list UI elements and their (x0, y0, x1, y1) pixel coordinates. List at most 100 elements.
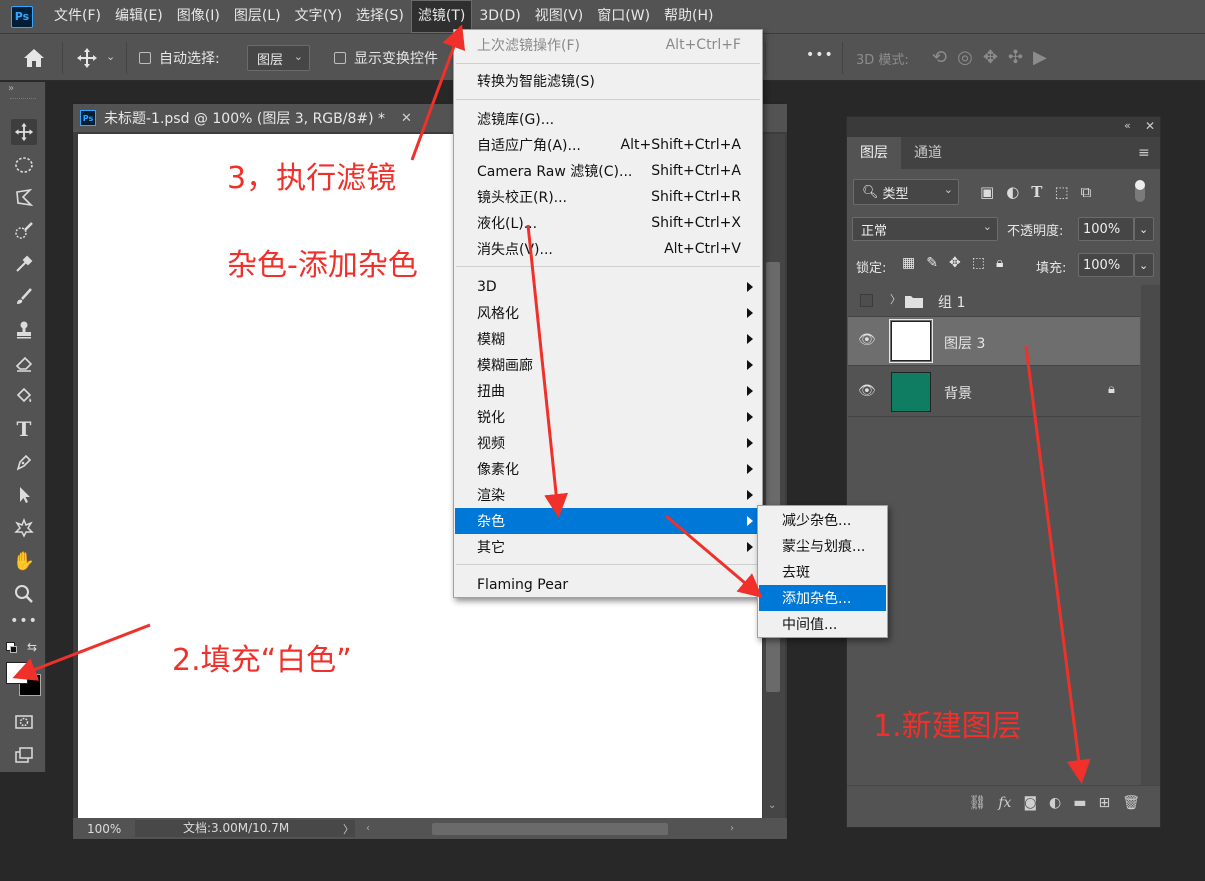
fill-dropdown[interactable]: ⌄ (1134, 253, 1154, 277)
brush-tool-icon[interactable] (11, 284, 37, 310)
zoom-level[interactable]: 100% (87, 822, 135, 836)
auto-select-dropdown[interactable]: 图层 ⌄ (247, 45, 310, 71)
status-expand-icon[interactable]: 〉 (343, 821, 354, 837)
scroll-left-icon[interactable]: ‹ (366, 823, 370, 834)
menu-item-vanishing-point[interactable]: 消失点(V)... Alt+Ctrl+V (455, 236, 761, 262)
drag-3d-icon[interactable]: ✥ (983, 47, 998, 68)
group-expand-icon[interactable]: 〉 (890, 291, 901, 307)
collapse-panel-icon[interactable]: « (1124, 119, 1131, 132)
menu-item-camera-raw[interactable]: Camera Raw 滤镜(C)... Shift+Ctrl+A (455, 158, 761, 184)
menu-item-sharpen[interactable]: 锐化 (455, 404, 761, 430)
new-layer-icon[interactable]: ⊞ (1098, 795, 1110, 811)
lock-transparent-icon[interactable]: ▦ (902, 255, 915, 271)
swap-colors-icon[interactable]: ⇆ (27, 640, 37, 654)
menu-item-liquify[interactable]: 液化(L)... Shift+Ctrl+X (455, 210, 761, 236)
menu-layer[interactable]: 图层(L) (227, 0, 288, 33)
panel-grip[interactable] (10, 98, 36, 100)
camera-3d-icon[interactable]: ▶ (1033, 47, 1047, 68)
orbit-3d-icon[interactable]: ⟲ (932, 47, 947, 68)
fx-icon[interactable]: fx (998, 795, 1011, 811)
close-panel-icon[interactable]: ✕ (1145, 119, 1155, 133)
slide-3d-icon[interactable]: ✣ (1008, 47, 1023, 68)
zoom-tool-icon[interactable] (11, 581, 37, 607)
menu-item-flaming-pear[interactable]: Flaming Pear (455, 572, 761, 598)
lock-position-icon[interactable]: ✥ (949, 255, 961, 271)
submenu-item-reduce-noise[interactable]: 减少杂色... (759, 507, 886, 533)
tab-layers[interactable]: 图层 (847, 137, 901, 169)
layer-row-selected[interactable]: 👁︎ 图层 3 (848, 317, 1140, 366)
lock-all-icon[interactable]: 🔒︎ (996, 255, 1003, 271)
menu-item-blur-gallery[interactable]: 模糊画廊 (455, 352, 761, 378)
opacity-input[interactable]: 100% (1078, 217, 1134, 241)
add-mask-icon[interactable]: ◙ (1023, 795, 1037, 811)
filter-shape-icon[interactable]: ⬚ (1054, 183, 1068, 201)
blend-mode-dropdown[interactable]: 正常 ⌄ (852, 217, 998, 241)
new-group-icon[interactable]: ▬ (1073, 795, 1086, 811)
submenu-item-add-noise[interactable]: 添加杂色... (759, 585, 886, 611)
filter-type-icon[interactable]: T (1031, 183, 1042, 201)
layer-filter-dropdown[interactable]: 🔍︎ 类型 ⌄ (853, 179, 959, 205)
menu-item-distort[interactable]: 扭曲 (455, 378, 761, 404)
tab-channels[interactable]: 通道 (901, 137, 955, 169)
menu-item-filter-gallery[interactable]: 滤镜库(G)... (455, 106, 761, 132)
scroll-down-icon[interactable]: ⌄ (768, 800, 776, 811)
stamp-tool-icon[interactable] (11, 317, 37, 343)
adjustment-layer-icon[interactable]: ◐ (1049, 795, 1061, 811)
submenu-item-dust-scratches[interactable]: 蒙尘与划痕... (759, 533, 886, 559)
collapse-panel-icon[interactable]: » (8, 83, 14, 94)
menu-item-last-filter[interactable]: 上次滤镜操作(F) Alt+Ctrl+F (455, 32, 761, 58)
foreground-color-swatch[interactable] (6, 662, 28, 684)
menu-item-3d[interactable]: 3D (455, 274, 761, 300)
tool-preset-chevron-icon[interactable]: ⌄ (106, 50, 115, 63)
filter-adjustment-icon[interactable]: ◐ (1006, 183, 1019, 201)
menu-item-adaptive-wide-angle[interactable]: 自适应广角(A)... Alt+Shift+Ctrl+A (455, 132, 761, 158)
quick-mask-icon[interactable] (11, 709, 37, 735)
menu-item-render[interactable]: 渲染 (455, 482, 761, 508)
screen-mode-icon[interactable] (11, 742, 37, 768)
filter-pixel-icon[interactable]: ▣ (980, 183, 994, 201)
more-options-button[interactable]: ••• (806, 47, 834, 63)
menu-item-noise[interactable]: 杂色 (455, 508, 761, 534)
quick-selection-icon[interactable] (11, 218, 37, 244)
lock-artboard-icon[interactable]: ⬚ (972, 255, 985, 271)
eye-icon[interactable]: 👁︎ (858, 383, 876, 399)
opacity-dropdown[interactable]: ⌄ (1134, 217, 1154, 241)
filter-toggle[interactable] (1135, 180, 1145, 202)
panel-menu-icon[interactable]: ≡ (1138, 145, 1150, 161)
menu-item-stylize[interactable]: 风格化 (455, 300, 761, 326)
vertical-scrollbar[interactable]: ⌄ (763, 134, 785, 818)
menu-item-other[interactable]: 其它 (455, 534, 761, 560)
show-transform-checkbox[interactable] (334, 52, 346, 64)
menu-edit[interactable]: 编辑(E) (108, 0, 170, 33)
type-tool-icon[interactable]: T (11, 416, 37, 442)
visibility-checkbox[interactable] (860, 294, 873, 307)
eraser-tool-icon[interactable] (11, 350, 37, 376)
move-tool-icon[interactable] (11, 119, 37, 145)
custom-shape-icon[interactable] (11, 515, 37, 541)
layer-row-group[interactable]: 〉 组 1 (848, 285, 1140, 317)
horizontal-scrollbar-thumb[interactable] (432, 822, 668, 835)
edit-toolbar-icon[interactable]: ••• (10, 608, 37, 634)
auto-select-checkbox[interactable] (139, 52, 151, 64)
link-layers-icon[interactable]: ⛓︎ (969, 795, 987, 811)
ellipse-marquee-icon[interactable] (11, 152, 37, 178)
close-document-icon[interactable]: ✕ (401, 111, 412, 126)
fill-input[interactable]: 100% (1078, 253, 1134, 277)
menu-type[interactable]: 文字(Y) (288, 0, 349, 33)
home-icon[interactable] (22, 47, 46, 73)
hand-tool-icon[interactable]: ✋ (11, 548, 37, 574)
lasso-tool-icon[interactable] (11, 185, 37, 211)
eyedropper-icon[interactable] (11, 251, 37, 277)
eye-icon[interactable]: 👁︎ (858, 332, 876, 348)
menu-item-blur[interactable]: 模糊 (455, 326, 761, 352)
menu-image[interactable]: 图像(I) (170, 0, 227, 33)
menu-file[interactable]: 文件(F) (47, 0, 108, 33)
roll-3d-icon[interactable]: ◎ (957, 47, 973, 68)
menu-item-pixelate[interactable]: 像素化 (455, 456, 761, 482)
paint-bucket-icon[interactable] (11, 383, 37, 409)
scroll-right-icon[interactable]: › (730, 823, 734, 834)
trash-icon[interactable]: 🗑︎ (1122, 795, 1140, 811)
submenu-item-despeckle[interactable]: 去斑 (759, 559, 886, 585)
pen-tool-icon[interactable] (11, 449, 37, 475)
menu-item-video[interactable]: 视频 (455, 430, 761, 456)
